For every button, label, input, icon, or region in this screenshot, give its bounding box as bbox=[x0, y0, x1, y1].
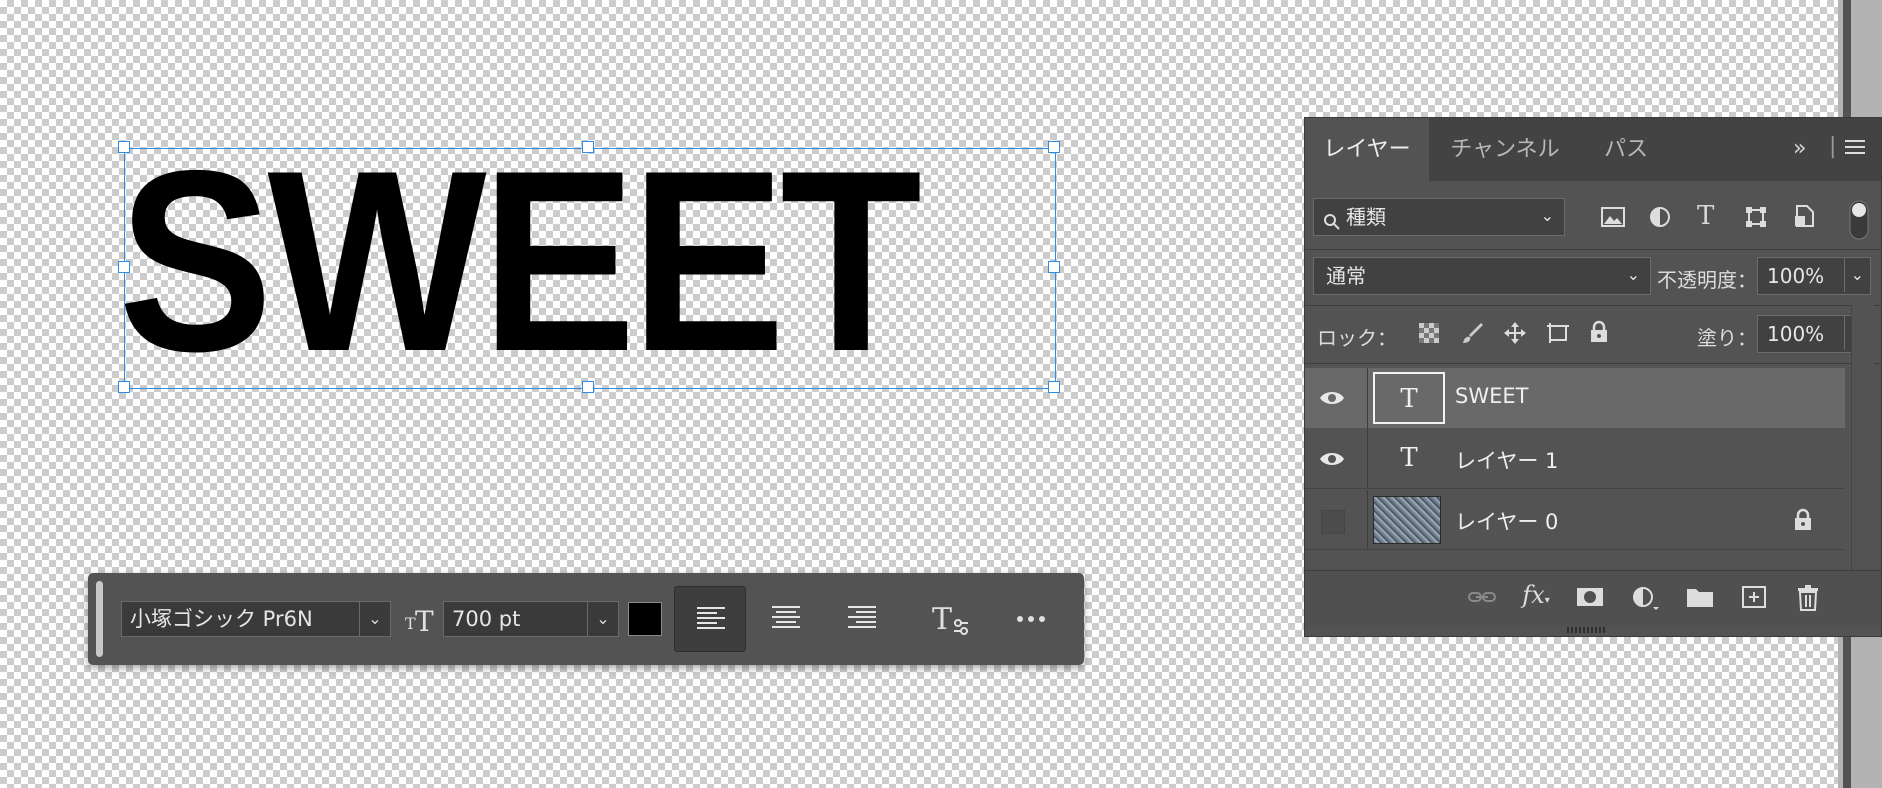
search-icon bbox=[1323, 207, 1341, 241]
more-icon[interactable] bbox=[1014, 609, 1048, 629]
fill-value: 100% bbox=[1767, 322, 1825, 346]
tab-channels[interactable]: チャンネル bbox=[1429, 118, 1581, 181]
chevron-down-icon: ⌄ bbox=[587, 602, 618, 636]
panel-menu-icon[interactable] bbox=[1843, 136, 1867, 162]
lock-image-pixels-icon[interactable] bbox=[1461, 321, 1483, 349]
layer-row-sweet[interactable]: T SWEET bbox=[1305, 368, 1845, 428]
contextual-task-bar: 小塚ゴシック Pr6N ⌄ T T 700 pt ⌄ T bbox=[88, 573, 1084, 665]
bbox-handle-top-middle[interactable] bbox=[582, 141, 594, 153]
shape-filter-icon[interactable] bbox=[1745, 206, 1767, 232]
lock-icon bbox=[1793, 508, 1813, 536]
chevron-down-icon: ⌄ bbox=[359, 602, 390, 636]
layer-name: レイヤー 0 bbox=[1455, 510, 1559, 534]
lock-artboard-icon[interactable] bbox=[1545, 321, 1571, 349]
bbox-handle-middle-left[interactable] bbox=[118, 261, 130, 273]
font-size-icon: T T bbox=[403, 599, 437, 639]
link-icon[interactable] bbox=[1467, 585, 1497, 614]
separator-icon: | bbox=[1829, 134, 1837, 159]
font-size-dropdown[interactable]: 700 pt ⌄ bbox=[443, 601, 619, 637]
folder-icon[interactable] bbox=[1685, 585, 1715, 614]
align-left-button[interactable] bbox=[674, 586, 746, 652]
align-left-icon bbox=[697, 607, 725, 629]
layer-filter-value: 種類 bbox=[1346, 205, 1386, 229]
blend-mode-value: 通常 bbox=[1326, 264, 1366, 288]
chevron-down-icon: ⌄ bbox=[1843, 258, 1864, 292]
svg-text:T: T bbox=[415, 605, 434, 638]
taskbar-drag-handle[interactable] bbox=[96, 581, 103, 657]
font-family-value: 小塚ゴシック Pr6N bbox=[130, 607, 313, 631]
image-layer-thumbnail bbox=[1373, 496, 1441, 544]
visibility-toggle-empty[interactable] bbox=[1321, 510, 1345, 534]
layer-row-layer-0[interactable]: レイヤー 0 bbox=[1305, 490, 1845, 550]
lock-position-icon[interactable] bbox=[1503, 321, 1527, 349]
align-center-button[interactable] bbox=[750, 586, 822, 652]
layers-panel-footer: fx▾ bbox=[1305, 570, 1881, 627]
lock-all-icon[interactable] bbox=[1589, 320, 1609, 348]
align-center-icon bbox=[772, 606, 800, 628]
opacity-value: 100% bbox=[1767, 264, 1825, 288]
adjustment-layer-icon[interactable] bbox=[1631, 585, 1661, 616]
align-right-icon bbox=[848, 606, 876, 628]
trash-icon[interactable] bbox=[1793, 585, 1823, 616]
layers-panel: レイヤー チャンネル パス » | 種類 ⌄ T 通常 ⌄ 不透明度： 100% bbox=[1304, 117, 1882, 637]
bbox-handle-bottom-right[interactable] bbox=[1048, 381, 1060, 393]
lock-label: ロック： bbox=[1317, 326, 1397, 350]
layer-name: SWEET bbox=[1455, 384, 1529, 408]
panel-collapse-icon[interactable]: » bbox=[1793, 136, 1806, 161]
bbox-handle-top-left[interactable] bbox=[118, 141, 130, 153]
type-filter-icon[interactable]: T bbox=[1697, 201, 1714, 231]
panel-tab-bar: レイヤー チャンネル パス » | bbox=[1305, 118, 1881, 181]
tab-layers[interactable]: レイヤー bbox=[1305, 118, 1429, 181]
eye-icon[interactable] bbox=[1317, 444, 1347, 474]
new-layer-icon[interactable] bbox=[1739, 585, 1769, 614]
smart-object-filter-icon[interactable] bbox=[1793, 204, 1815, 232]
text-color-swatch[interactable] bbox=[628, 602, 662, 636]
opacity-input[interactable]: 100% ⌄ bbox=[1757, 257, 1871, 295]
layer-name: レイヤー 1 bbox=[1455, 449, 1559, 473]
bbox-handle-middle-right[interactable] bbox=[1048, 261, 1060, 273]
lock-transparent-pixels-icon[interactable] bbox=[1419, 323, 1439, 347]
text-layer-thumbnail-icon: T bbox=[1373, 372, 1445, 424]
bbox-handle-bottom-left[interactable] bbox=[118, 381, 130, 393]
opacity-label: 不透明度： bbox=[1657, 268, 1757, 292]
svg-text:T: T bbox=[932, 602, 952, 637]
font-family-dropdown[interactable]: 小塚ゴシック Pr6N ⌄ bbox=[121, 601, 391, 637]
blend-mode-dropdown[interactable]: 通常 ⌄ bbox=[1313, 257, 1651, 295]
font-size-value: 700 pt bbox=[452, 607, 521, 631]
bbox-handle-top-right[interactable] bbox=[1048, 141, 1060, 153]
panel-resize-grip[interactable] bbox=[1567, 627, 1607, 633]
bbox-handle-bottom-middle[interactable] bbox=[582, 381, 594, 393]
fill-label: 塗り： bbox=[1697, 326, 1757, 350]
text-bounding-box[interactable] bbox=[124, 148, 1056, 389]
fx-icon[interactable]: fx▾ bbox=[1521, 581, 1551, 609]
filter-toggle-switch[interactable] bbox=[1849, 200, 1869, 244]
chevron-down-icon: ⌄ bbox=[1540, 206, 1554, 225]
chevron-down-icon: ⌄ bbox=[1626, 265, 1640, 284]
tab-paths[interactable]: パス bbox=[1581, 118, 1671, 181]
adjustment-filter-icon[interactable] bbox=[1649, 206, 1671, 232]
text-options-icon[interactable]: T bbox=[930, 599, 972, 639]
align-right-button[interactable] bbox=[826, 586, 898, 652]
image-filter-icon[interactable] bbox=[1601, 206, 1625, 232]
layers-scrollbar[interactable] bbox=[1851, 305, 1874, 570]
text-layer-thumbnail-icon: T bbox=[1400, 443, 1418, 473]
layer-row-layer-1[interactable]: T レイヤー 1 bbox=[1305, 429, 1845, 489]
layer-filter-dropdown[interactable]: 種類 ⌄ bbox=[1313, 198, 1565, 236]
eye-icon[interactable] bbox=[1317, 383, 1347, 413]
mask-icon[interactable] bbox=[1575, 585, 1605, 614]
